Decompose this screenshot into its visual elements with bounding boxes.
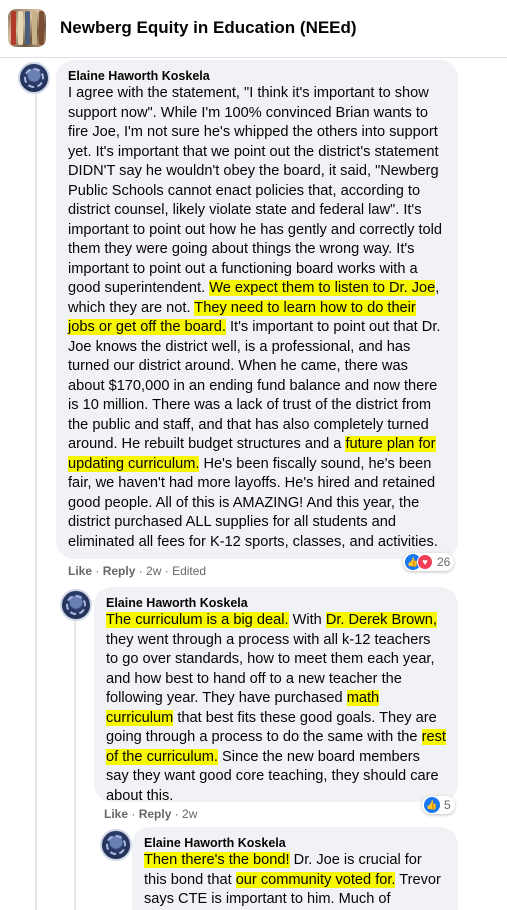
thread-line xyxy=(35,94,37,594)
group-header: Newberg Equity in Education (NEEd) xyxy=(0,0,507,58)
pencil-icon xyxy=(25,11,30,45)
pencil-icon xyxy=(11,11,16,45)
highlighted-text: We expect them to listen to Dr. Joe xyxy=(209,280,436,296)
comment-text: I agree with the statement, "I think it'… xyxy=(68,84,446,552)
pencil-icon xyxy=(32,11,37,45)
group-thumbnail[interactable] xyxy=(8,9,46,47)
avatar[interactable] xyxy=(60,589,92,621)
comment-text-segment: they went through a process with all k-1… xyxy=(106,631,435,707)
avatar[interactable] xyxy=(18,62,50,94)
pencil-icon xyxy=(39,11,44,45)
reply-button[interactable]: Reply xyxy=(139,807,172,821)
avatar[interactable] xyxy=(100,829,132,861)
like-reaction-icon: 👍 xyxy=(424,797,440,813)
comment-time[interactable]: 2w xyxy=(146,564,161,578)
like-button[interactable]: Like xyxy=(104,807,128,821)
highlighted-text: Dr. Derek Brown, xyxy=(325,612,437,628)
comment-text: The curriculum is a big deal. With Dr. D… xyxy=(106,611,446,806)
highlighted-text: our community voted for. xyxy=(235,871,396,888)
reaction-summary[interactable]: 👍 5 xyxy=(422,796,455,814)
comment-text-segment: It's important to point out that Dr. Joe… xyxy=(68,319,441,452)
comment-text-segment: With xyxy=(288,612,326,628)
thread-line xyxy=(35,590,37,910)
reaction-count: 5 xyxy=(444,798,451,812)
comment-text: Then there's the bond! Dr. Joe is crucia… xyxy=(144,851,446,910)
highlighted-text: The curriculum is a big deal. xyxy=(106,612,289,628)
comment-text-segment: I agree with the statement, "I think it'… xyxy=(68,85,442,296)
comment-time[interactable]: 2w xyxy=(182,807,197,821)
comment-bubble: Elaine Haworth Koskela The curriculum is… xyxy=(94,587,458,804)
comment-bubble: Elaine Haworth Koskela Then there's the … xyxy=(132,827,458,910)
thread-line xyxy=(74,620,76,910)
like-button[interactable]: Like xyxy=(68,564,92,578)
love-reaction-icon: ♥ xyxy=(417,554,433,570)
edited-label: Edited xyxy=(172,564,207,578)
reaction-count: 26 xyxy=(437,555,451,569)
highlighted-text: Then there's the bond! xyxy=(144,852,290,868)
group-title[interactable]: Newberg Equity in Education (NEEd) xyxy=(60,18,357,38)
comment-author[interactable]: Elaine Haworth Koskela xyxy=(144,835,446,851)
comment-actions: Like · Reply · 2w · Edited xyxy=(68,564,207,578)
pencil-icon xyxy=(18,11,23,45)
comment-bubble: Elaine Haworth Koskela I agree with the … xyxy=(56,60,458,559)
comment-author[interactable]: Elaine Haworth Koskela xyxy=(106,595,446,611)
comment-actions: Like · Reply · 2w xyxy=(104,807,198,821)
comment-author[interactable]: Elaine Haworth Koskela xyxy=(68,68,446,84)
reaction-summary[interactable]: 👍 ♥ 26 xyxy=(403,553,455,571)
reply-button[interactable]: Reply xyxy=(103,564,136,578)
